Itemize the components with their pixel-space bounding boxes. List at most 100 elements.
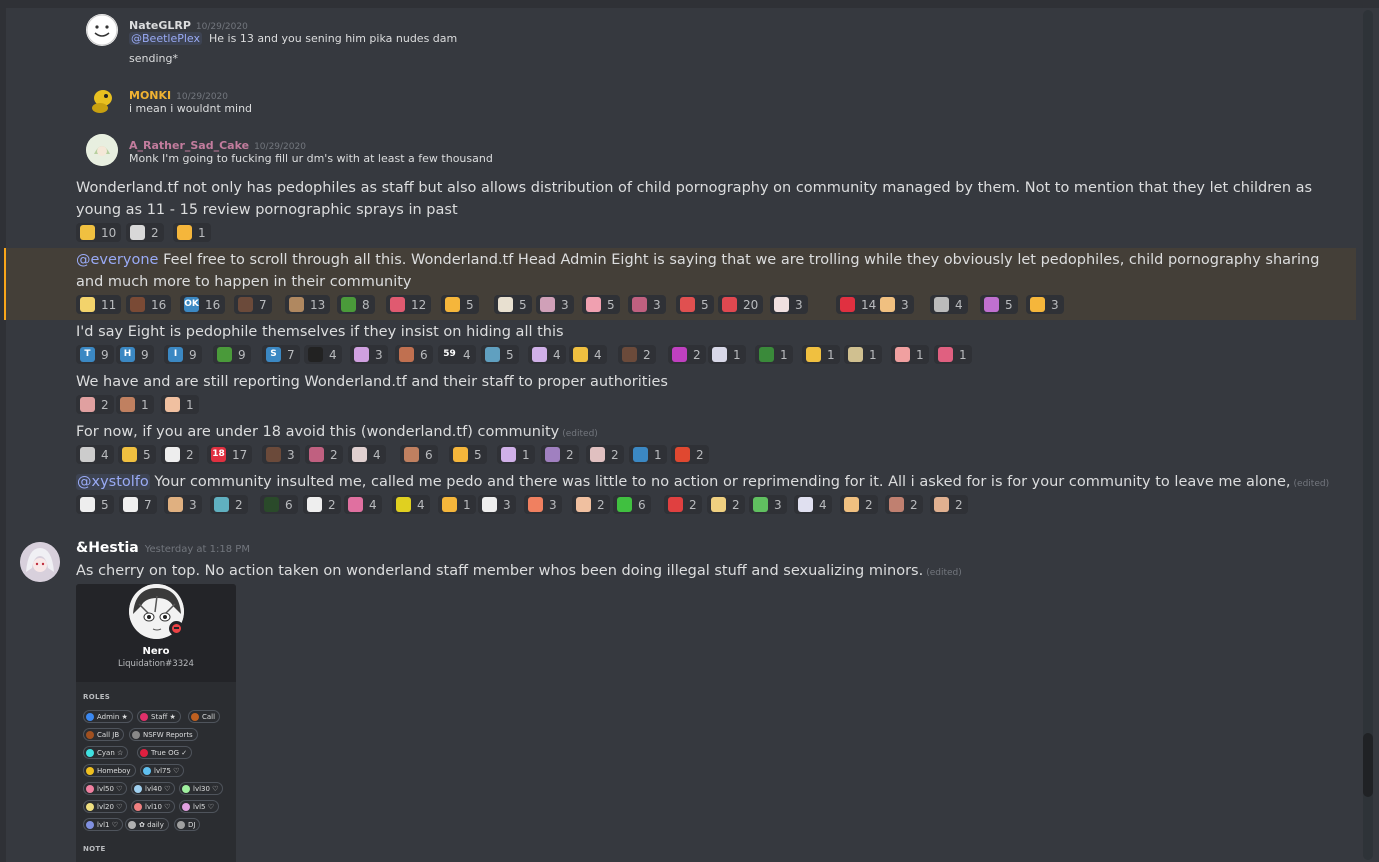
reaction-button[interactable]: 4 — [348, 445, 386, 464]
reaction-button[interactable]: 5 — [76, 495, 114, 514]
reaction-button[interactable]: 3 — [262, 445, 300, 464]
reaction-button[interactable]: 2 — [930, 495, 968, 514]
reaction-button[interactable]: 1 — [161, 395, 199, 414]
reaction-button[interactable]: 3 — [770, 295, 808, 314]
reaction-button[interactable]: 3 — [350, 345, 388, 364]
reaction-button[interactable]: 2 — [707, 495, 745, 514]
reaction-button[interactable]: 5 — [676, 295, 714, 314]
reaction-button[interactable]: 2 — [664, 495, 702, 514]
user-mention[interactable]: @xystolfo — [76, 474, 150, 490]
reaction-count: 5 — [1005, 297, 1013, 312]
reaction-button[interactable]: 5 — [449, 445, 487, 464]
reaction-button[interactable]: 2 — [305, 445, 343, 464]
reaction-button[interactable]: 1 — [802, 345, 840, 364]
reaction-button[interactable]: 13 — [285, 295, 331, 314]
reaction-button[interactable]: 7 — [119, 495, 157, 514]
reaction-button[interactable]: 1 — [934, 345, 972, 364]
reaction-button[interactable]: 2 — [840, 495, 878, 514]
reaction-button[interactable]: 10 — [76, 223, 122, 242]
reaction-button[interactable]: 1 — [755, 345, 793, 364]
reaction-count: 1 — [916, 347, 924, 362]
reaction-button[interactable]: 4 — [528, 345, 566, 364]
reaction-button[interactable]: 3 — [876, 295, 914, 314]
reaction-button[interactable]: 2 — [618, 345, 656, 364]
reaction-button[interactable]: T9 — [76, 345, 114, 364]
reaction-button[interactable]: 1 — [497, 445, 535, 464]
reaction-button[interactable]: 8 — [337, 295, 375, 314]
username[interactable]: A_Rather_Sad_Cake — [129, 139, 249, 152]
reaction-button[interactable]: 1 — [116, 395, 154, 414]
reaction-button[interactable]: 11 — [76, 295, 122, 314]
reaction-button[interactable]: 1 — [891, 345, 929, 364]
reaction-button[interactable]: 59 4 — [438, 345, 476, 364]
reaction-button[interactable]: 4 — [344, 495, 382, 514]
edited-label: (edited) — [926, 568, 962, 578]
avatar[interactable] — [20, 542, 60, 582]
reaction-button[interactable]: 1 — [173, 223, 211, 242]
reaction-button[interactable]: S7 — [262, 345, 300, 364]
reaction-button[interactable]: I9 — [164, 345, 202, 364]
user-mention[interactable]: @BeetlePlex — [129, 32, 202, 45]
reaction-button[interactable]: 4 — [392, 495, 430, 514]
reaction-button[interactable]: 3 — [524, 495, 562, 514]
reaction-button[interactable]: 6 — [613, 495, 651, 514]
reaction-button[interactable]: 4 — [794, 495, 832, 514]
username[interactable]: NateGLRP — [129, 19, 191, 32]
reaction-button[interactable]: 3 — [536, 295, 574, 314]
reaction-button[interactable]: 1 — [629, 445, 667, 464]
reaction-button[interactable]: 5 — [582, 295, 620, 314]
emoji-at-icon — [264, 497, 279, 512]
username[interactable]: MONKI — [129, 89, 171, 102]
reaction-button[interactable]: 3 — [1026, 295, 1064, 314]
reaction-button[interactable]: 2 — [76, 395, 114, 414]
reaction-button[interactable]: 5 — [494, 295, 532, 314]
reaction-button[interactable]: 2 — [161, 445, 199, 464]
reaction-button[interactable]: 3 — [628, 295, 666, 314]
reaction-button[interactable]: 18 17 — [207, 445, 253, 464]
reaction-button[interactable]: 2 — [885, 495, 923, 514]
reaction-button[interactable]: 6 — [400, 445, 438, 464]
reaction-button[interactable]: OK 16 — [180, 295, 226, 314]
reaction-button[interactable]: 2 — [668, 345, 706, 364]
reaction-button[interactable]: 6 — [260, 495, 298, 514]
reaction-button[interactable]: 4 — [930, 295, 968, 314]
avatar[interactable] — [86, 14, 118, 46]
avatar[interactable] — [86, 84, 118, 116]
reaction-button[interactable]: 3 — [749, 495, 787, 514]
reaction-button[interactable]: 1 — [708, 345, 746, 364]
profile-card-image[interactable]: Nero Liquidation#3324 ROLES Admin ★ Staff… — [76, 584, 236, 862]
avatar[interactable] — [86, 134, 118, 166]
reaction-button[interactable]: 1 — [438, 495, 476, 514]
reaction-button[interactable]: 20 — [718, 295, 764, 314]
profile-tag: Liquidation#3324 — [118, 659, 194, 669]
reaction-button[interactable]: 5 — [118, 445, 156, 464]
reaction-button[interactable]: 4 — [569, 345, 607, 364]
reaction-button[interactable]: 3 — [478, 495, 516, 514]
emoji-truth-icon — [934, 297, 949, 312]
reaction-button[interactable]: 9 — [213, 345, 251, 364]
reaction-button[interactable]: 3 — [164, 495, 202, 514]
reaction-button[interactable]: 2 — [572, 495, 610, 514]
reaction-button[interactable]: 2 — [541, 445, 579, 464]
emoji-frog-icon — [217, 347, 232, 362]
reaction-button[interactable]: 12 — [386, 295, 432, 314]
reaction-button[interactable]: 2 — [303, 495, 341, 514]
reaction-button[interactable]: 5 — [441, 295, 479, 314]
reaction-button[interactable]: 1 — [844, 345, 882, 364]
scrollbar-thumb[interactable] — [1363, 733, 1373, 797]
username[interactable]: &Hestia — [76, 540, 139, 556]
reaction-button[interactable]: 2 — [671, 445, 709, 464]
reaction-button[interactable]: H9 — [116, 345, 154, 364]
reaction-button[interactable]: 4 — [304, 345, 342, 364]
reaction-button[interactable]: 14 — [836, 295, 882, 314]
reaction-button[interactable]: 7 — [234, 295, 272, 314]
reaction-button[interactable]: 16 — [126, 295, 172, 314]
reaction-button[interactable]: 5 — [980, 295, 1018, 314]
reaction-button[interactable]: 2 — [586, 445, 624, 464]
reaction-button[interactable]: 4 — [76, 445, 114, 464]
reaction-button[interactable]: 5 — [481, 345, 519, 364]
reaction-button[interactable]: 6 — [395, 345, 433, 364]
reaction-button[interactable]: 2 — [126, 223, 164, 242]
everyone-mention[interactable]: @everyone — [76, 252, 158, 268]
reaction-button[interactable]: 2 — [210, 495, 248, 514]
